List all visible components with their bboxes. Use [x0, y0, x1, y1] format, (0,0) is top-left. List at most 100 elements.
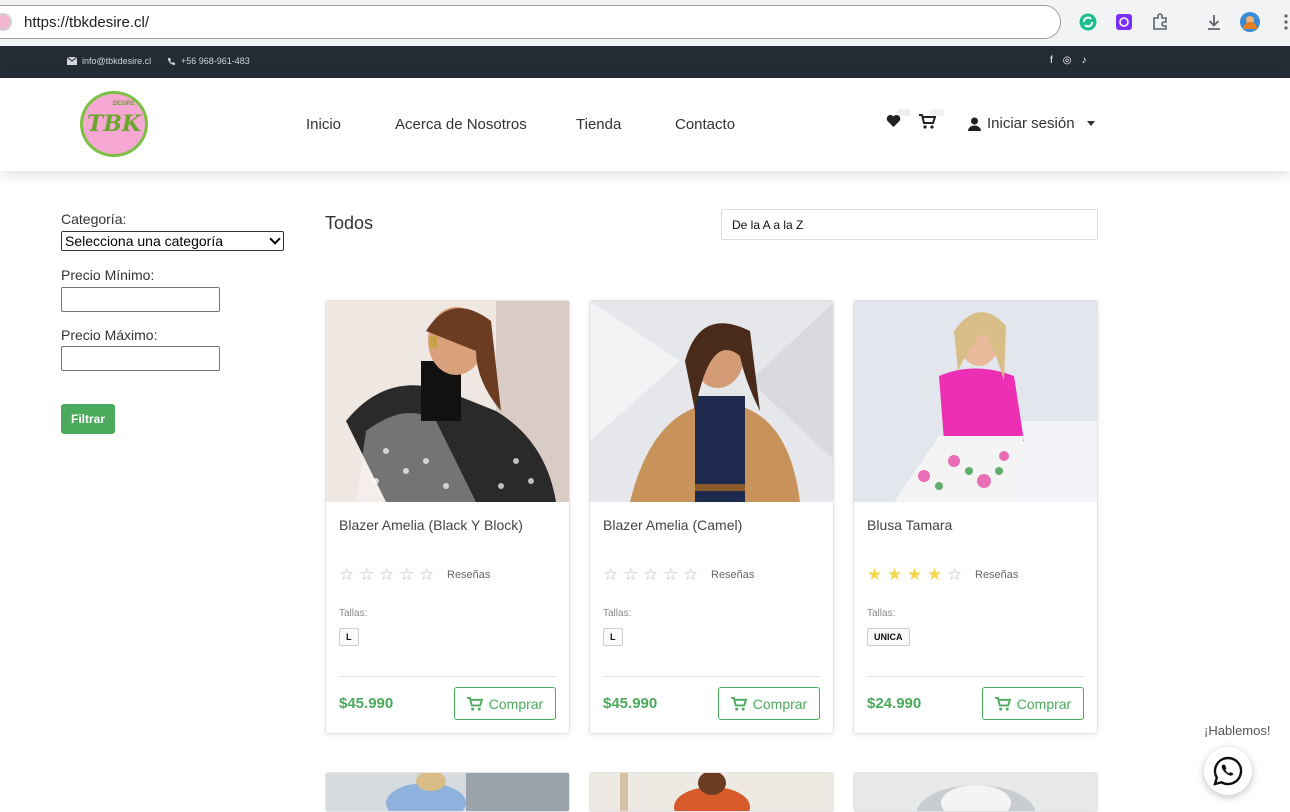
logo-subtext: DESIRE — [112, 101, 135, 107]
category-select[interactable]: Selecciona una categoría — [61, 231, 284, 251]
buy-label: Comprar — [752, 695, 808, 712]
max-price-label: Precio Máximo: — [61, 327, 158, 343]
star-icon: ★ — [927, 565, 943, 584]
login-label: Iniciar sesión — [987, 115, 1075, 132]
sizes-label: Tallas: — [603, 608, 632, 619]
product-image[interactable] — [326, 301, 569, 502]
email-text: info@tbkdesire.cl — [82, 56, 152, 66]
page-title: Todos — [325, 213, 374, 233]
sizes-label: Tallas: — [339, 608, 368, 619]
size-badge[interactable]: L — [339, 628, 359, 646]
reviews-link[interactable]: Reseñas — [447, 569, 490, 581]
star-icon: ★ — [867, 565, 883, 584]
social-links: f ◎ ♪ — [1050, 55, 1087, 66]
whatsapp-button[interactable] — [1204, 747, 1252, 795]
star-icon: ☆ — [419, 565, 435, 584]
purple-extension-icon[interactable] — [1114, 12, 1134, 32]
buy-button[interactable]: Comprar — [454, 687, 556, 720]
phone-icon — [168, 57, 175, 65]
site-header: TBK DESIRE Inicio Acerca de Nosotros Tie… — [0, 78, 1290, 171]
size-badge[interactable]: L — [603, 628, 623, 646]
min-price-input[interactable] — [61, 287, 220, 312]
contact-phone[interactable]: +56 968-961-483 — [167, 56, 250, 66]
star-icon: ★ — [887, 565, 903, 584]
cart-icon[interactable] — [919, 114, 937, 134]
download-icon[interactable] — [1204, 12, 1224, 32]
top-info-bar: info@tbkdesire.cl +56 968-961-483 f ◎ ♪ — [0, 46, 1290, 78]
buy-label: Comprar — [1016, 695, 1072, 712]
star-icon: ☆ — [379, 565, 395, 584]
envelope-icon — [67, 57, 77, 65]
star-icon: ☆ — [399, 565, 415, 584]
profile-avatar[interactable] — [1240, 12, 1260, 32]
star-icon: ☆ — [663, 565, 679, 584]
buy-label: Comprar — [488, 695, 544, 712]
filter-button[interactable]: Filtrar — [61, 404, 115, 434]
nav-tienda[interactable]: Tienda — [576, 116, 621, 133]
site-logo[interactable]: TBK DESIRE — [80, 91, 148, 157]
sort-select[interactable]: De la A a la Z — [721, 209, 1098, 240]
product-card[interactable]: Blazer Amelia (Black Y Block) ☆ ☆ ☆ ☆ ☆ Rese… — [325, 300, 570, 734]
rating-stars: ☆ ☆ ☆ ☆ ☆ Reseñas — [339, 566, 490, 583]
product-card[interactable] — [325, 772, 570, 812]
size-badge[interactable]: UNICA — [867, 628, 910, 646]
reviews-link[interactable]: Reseñas — [711, 569, 754, 581]
star-icon: ☆ — [683, 565, 699, 584]
buy-button[interactable]: Comprar — [718, 687, 820, 720]
user-icon — [968, 117, 981, 131]
max-price-input[interactable] — [61, 346, 220, 371]
divider — [867, 676, 1084, 677]
address-bar[interactable] — [0, 5, 1061, 39]
product-card[interactable] — [589, 772, 834, 812]
rating-stars: ★ ★ ★ ★ ☆ Reseñas — [867, 566, 1018, 583]
nav-acerca[interactable]: Acerca de Nosotros — [395, 116, 527, 133]
browser-menu-icon[interactable] — [1276, 12, 1290, 32]
extensions-puzzle-icon[interactable] — [1150, 12, 1170, 32]
wishlist-badge — [897, 109, 911, 116]
product-image[interactable] — [590, 301, 833, 502]
login-dropdown[interactable]: Iniciar sesión — [968, 115, 1095, 132]
contact-email[interactable]: info@tbkdesire.cl — [67, 56, 151, 66]
star-icon: ★ — [907, 565, 923, 584]
cart-icon — [730, 696, 747, 711]
product-name[interactable]: Blazer Amelia (Black Y Block) — [339, 517, 523, 533]
sizes-label: Tallas: — [867, 608, 896, 619]
chevron-down-icon — [269, 233, 281, 245]
nav-contacto[interactable]: Contacto — [675, 116, 735, 133]
cart-icon — [466, 696, 483, 711]
star-icon: ☆ — [339, 565, 355, 584]
product-image[interactable] — [854, 301, 1097, 502]
tiktok-icon[interactable]: ♪ — [1082, 55, 1087, 66]
product-card[interactable]: Blusa Tamara ★ ★ ★ ★ ☆ Reseñas Tallas: UNICA… — [853, 300, 1098, 734]
product-name[interactable]: Blusa Tamara — [867, 517, 952, 533]
buy-button[interactable]: Comprar — [982, 687, 1084, 720]
rating-stars: ☆ ☆ ☆ ☆ ☆ Reseñas — [603, 566, 754, 583]
browser-toolbar: https://tbkdesire.cl/ — [0, 0, 1290, 46]
star-icon: ☆ — [359, 565, 375, 584]
cart-icon — [994, 696, 1011, 711]
nav-inicio[interactable]: Inicio — [306, 116, 341, 133]
reviews-link[interactable]: Reseñas — [975, 569, 1018, 581]
cart-badge — [930, 109, 944, 116]
product-card[interactable]: Blazer Amelia (Camel) ☆ ☆ ☆ ☆ ☆ Reseñas Tall… — [589, 300, 834, 734]
product-card[interactable] — [853, 772, 1098, 812]
whatsapp-icon — [1213, 756, 1243, 786]
sync-extension-icon[interactable] — [1078, 12, 1098, 32]
category-selected: Selecciona una categoría — [65, 233, 223, 249]
product-price: $45.990 — [603, 695, 658, 712]
logo-text: TBK — [86, 111, 142, 137]
instagram-icon[interactable]: ◎ — [1063, 55, 1072, 66]
wishlist-heart-icon[interactable] — [886, 114, 901, 133]
product-name[interactable]: Blazer Amelia (Camel) — [603, 517, 742, 533]
star-icon: ☆ — [623, 565, 639, 584]
facebook-icon[interactable]: f — [1050, 55, 1053, 66]
divider — [339, 676, 556, 677]
sort-selected: De la A a la Z — [732, 217, 804, 232]
url-text[interactable]: https://tbkdesire.cl/ — [24, 14, 149, 31]
chat-label: ¡Hablemos! — [1204, 723, 1271, 738]
star-icon: ☆ — [603, 565, 619, 584]
min-price-label: Precio Mínimo: — [61, 267, 155, 283]
product-price: $45.990 — [339, 695, 394, 712]
divider — [603, 676, 820, 677]
category-label: Categoría: — [61, 211, 127, 227]
